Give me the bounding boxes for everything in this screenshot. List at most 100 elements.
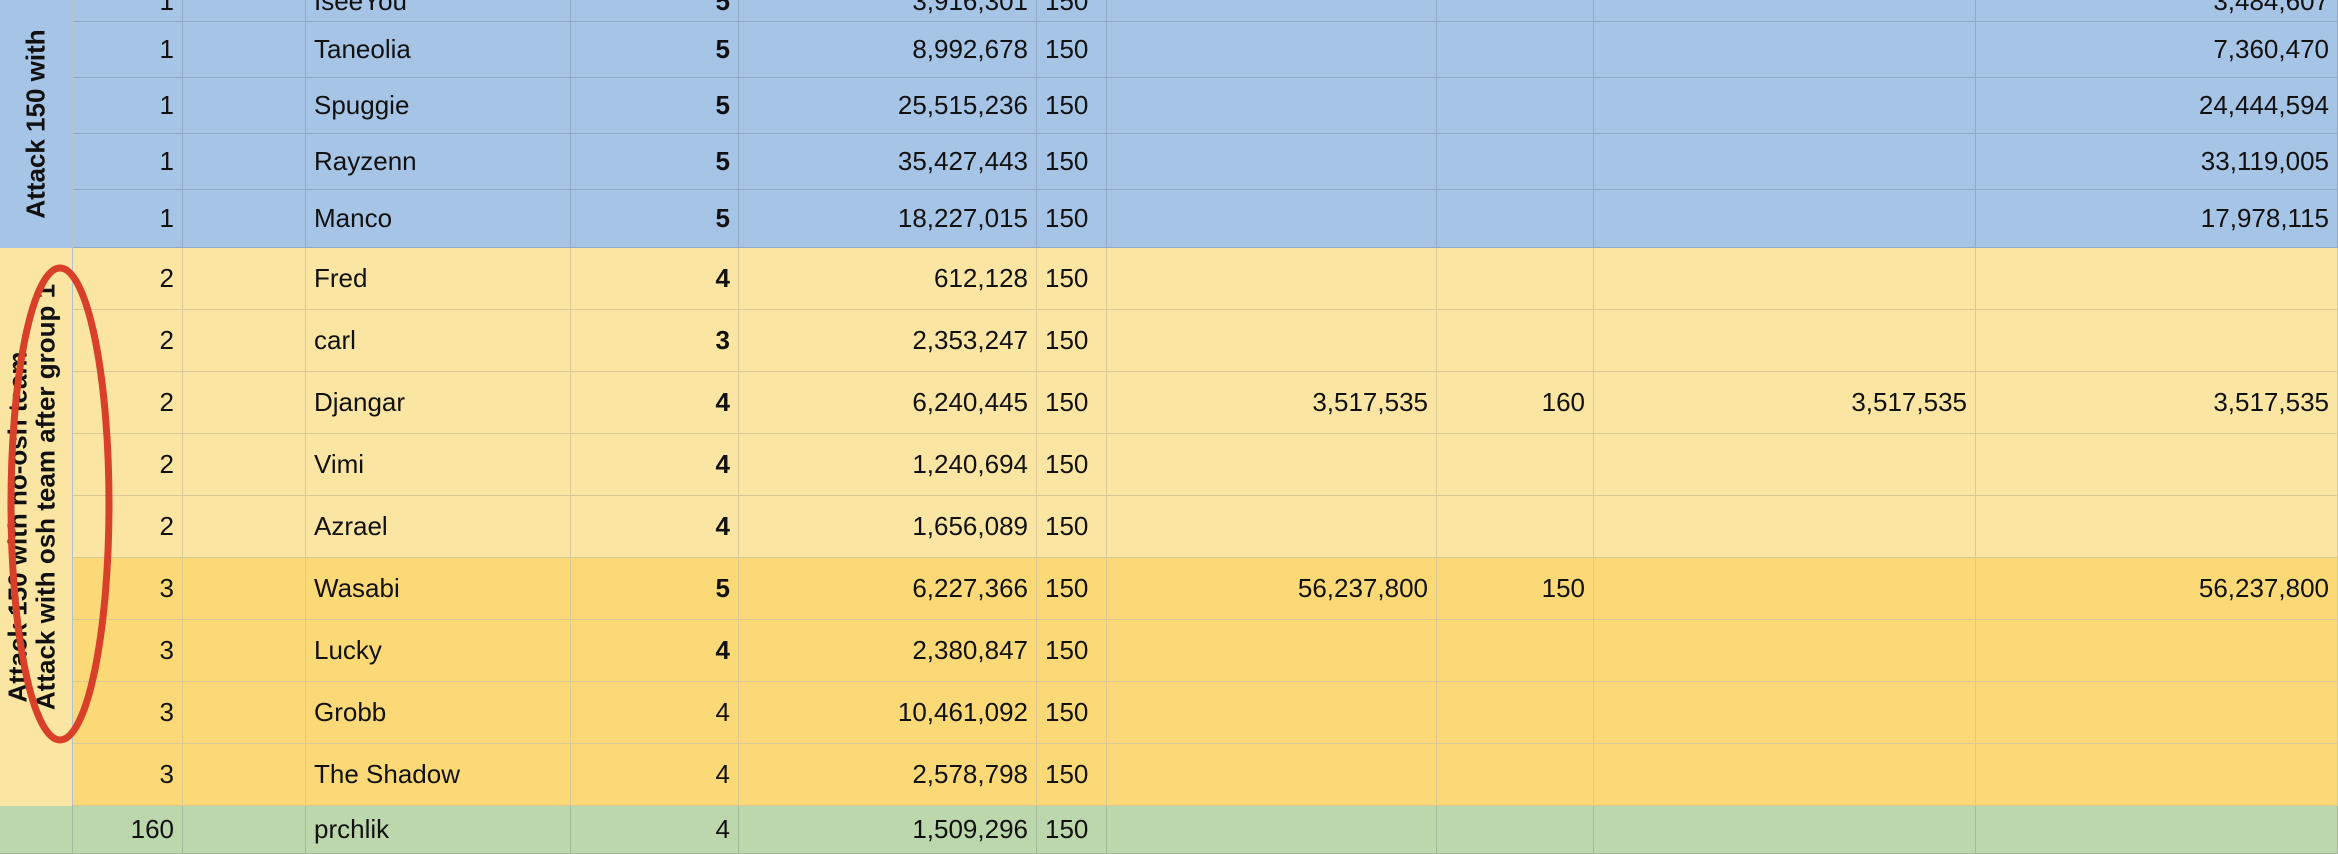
cell-col9[interactable] xyxy=(1976,310,2338,372)
cell-attack[interactable]: 150 xyxy=(1037,134,1107,190)
cell-empty-2[interactable] xyxy=(183,134,306,190)
cell-col6[interactable] xyxy=(1107,806,1437,854)
cell-level[interactable]: 4 xyxy=(571,248,739,310)
cell-group[interactable]: 1 xyxy=(73,190,183,248)
cell-col7[interactable] xyxy=(1437,806,1594,854)
cell-name[interactable]: Fred xyxy=(306,248,571,310)
cell-col8[interactable] xyxy=(1594,0,1976,22)
cell-level[interactable]: 4 xyxy=(571,744,739,806)
cell-group[interactable]: 1 xyxy=(73,134,183,190)
cell-name[interactable]: Lucky xyxy=(306,620,571,682)
cell-group[interactable]: 1 xyxy=(73,78,183,134)
cell-col8[interactable] xyxy=(1594,558,1976,620)
cell-col6[interactable] xyxy=(1107,310,1437,372)
cell-col7[interactable] xyxy=(1437,190,1594,248)
cell-col8[interactable] xyxy=(1594,620,1976,682)
cell-col8[interactable] xyxy=(1594,248,1976,310)
cell-col9[interactable] xyxy=(1976,248,2338,310)
cell-col9[interactable] xyxy=(1976,434,2338,496)
cell-empty-2[interactable] xyxy=(183,190,306,248)
cell-name[interactable]: The Shadow xyxy=(306,744,571,806)
cell-group[interactable]: 2 xyxy=(73,248,183,310)
cell-col6[interactable] xyxy=(1107,248,1437,310)
cell-col9[interactable] xyxy=(1976,806,2338,854)
cell-empty-2[interactable] xyxy=(183,78,306,134)
cell-level[interactable]: 4 xyxy=(571,806,739,854)
cell-attack[interactable]: 150 xyxy=(1037,190,1107,248)
cell-col7[interactable] xyxy=(1437,248,1594,310)
cell-col8[interactable] xyxy=(1594,806,1976,854)
cell-empty-2[interactable] xyxy=(183,558,306,620)
cell-power[interactable]: 1,240,694 xyxy=(739,434,1037,496)
cell-level[interactable]: 3 xyxy=(571,310,739,372)
cell-level[interactable]: 5 xyxy=(571,190,739,248)
cell-empty-2[interactable] xyxy=(183,806,306,854)
cell-group[interactable]: 1 xyxy=(73,0,183,22)
cell-attack[interactable]: 150 xyxy=(1037,0,1107,22)
cell-attack[interactable]: 150 xyxy=(1037,682,1107,744)
cell-power[interactable]: 10,461,092 xyxy=(739,682,1037,744)
cell-col8[interactable] xyxy=(1594,78,1976,134)
cell-level[interactable]: 5 xyxy=(571,78,739,134)
cell-col8[interactable] xyxy=(1594,22,1976,78)
cell-col7[interactable] xyxy=(1437,744,1594,806)
cell-empty-0[interactable] xyxy=(0,806,73,854)
cell-col7[interactable] xyxy=(1437,620,1594,682)
cell-level[interactable]: 5 xyxy=(571,558,739,620)
cell-power[interactable]: 6,227,366 xyxy=(739,558,1037,620)
cell-col8[interactable] xyxy=(1594,682,1976,744)
cell-col7[interactable] xyxy=(1437,682,1594,744)
cell-attack[interactable]: 150 xyxy=(1037,806,1107,854)
cell-group[interactable]: 2 xyxy=(73,310,183,372)
cell-attack[interactable]: 150 xyxy=(1037,248,1107,310)
cell-col7[interactable] xyxy=(1437,22,1594,78)
cell-level[interactable]: 5 xyxy=(571,22,739,78)
cell-name[interactable]: Azrael xyxy=(306,496,571,558)
cell-level[interactable]: 4 xyxy=(571,372,739,434)
cell-name[interactable]: prchlik xyxy=(306,806,571,854)
cell-group[interactable]: 2 xyxy=(73,496,183,558)
cell-col9[interactable]: 33,119,005 xyxy=(1976,134,2338,190)
cell-col9[interactable]: 56,237,800 xyxy=(1976,558,2338,620)
cell-col7[interactable] xyxy=(1437,310,1594,372)
cell-name[interactable]: Vimi xyxy=(306,434,571,496)
cell-col9[interactable]: 7,360,470 xyxy=(1976,22,2338,78)
cell-empty-2[interactable] xyxy=(183,496,306,558)
cell-col9[interactable]: 24,444,594 xyxy=(1976,78,2338,134)
cell-attack[interactable]: 150 xyxy=(1037,372,1107,434)
cell-attack[interactable]: 150 xyxy=(1037,744,1107,806)
cell-empty-2[interactable] xyxy=(183,744,306,806)
cell-col8[interactable] xyxy=(1594,496,1976,558)
cell-col6[interactable]: 3,517,535 xyxy=(1107,372,1437,434)
cell-group[interactable]: 3 xyxy=(73,744,183,806)
cell-col9[interactable]: 3,517,535 xyxy=(1976,372,2338,434)
cell-power[interactable]: 25,515,236 xyxy=(739,78,1037,134)
cell-group[interactable]: 3 xyxy=(73,558,183,620)
cell-col7[interactable] xyxy=(1437,496,1594,558)
cell-col9[interactable]: 17,978,115 xyxy=(1976,190,2338,248)
cell-empty-2[interactable] xyxy=(183,434,306,496)
cell-col7[interactable] xyxy=(1437,134,1594,190)
cell-group[interactable]: 3 xyxy=(73,682,183,744)
cell-power[interactable]: 35,427,443 xyxy=(739,134,1037,190)
cell-col6[interactable] xyxy=(1107,496,1437,558)
cell-name[interactable]: IseeYou xyxy=(306,0,571,22)
cell-power[interactable]: 612,128 xyxy=(739,248,1037,310)
cell-attack[interactable]: 150 xyxy=(1037,22,1107,78)
group-2-label-cell[interactable]: Attack 150 with no-osh team Attack with … xyxy=(0,248,73,806)
cell-col6[interactable] xyxy=(1107,78,1437,134)
cell-col9[interactable] xyxy=(1976,620,2338,682)
cell-empty-2[interactable] xyxy=(183,682,306,744)
cell-level[interactable]: 4 xyxy=(571,434,739,496)
cell-col8[interactable] xyxy=(1594,744,1976,806)
cell-col7[interactable] xyxy=(1437,434,1594,496)
cell-power[interactable]: 3,916,301 xyxy=(739,0,1037,22)
cell-group[interactable]: 2 xyxy=(73,434,183,496)
cell-group[interactable]: 2 xyxy=(73,372,183,434)
cell-empty-2[interactable] xyxy=(183,0,306,22)
cell-empty-2[interactable] xyxy=(183,310,306,372)
cell-col8[interactable] xyxy=(1594,434,1976,496)
cell-empty-2[interactable] xyxy=(183,620,306,682)
cell-level[interactable]: 4 xyxy=(571,682,739,744)
cell-group[interactable]: 3 xyxy=(73,620,183,682)
